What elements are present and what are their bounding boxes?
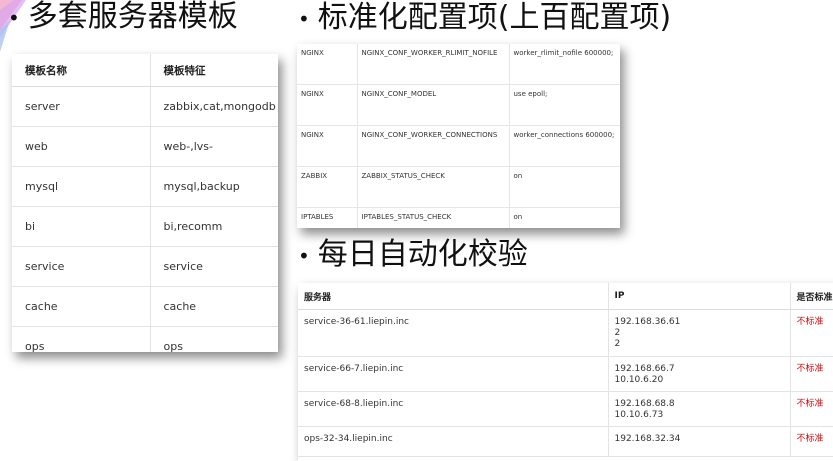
ip-cell: 192.168.32.34	[608, 426, 791, 457]
config-category-cell: NGINX	[297, 44, 358, 85]
ip-value: 192.168.66.7	[614, 364, 675, 374]
template-table-card: 模板名称 模板特征 server zabbix,cat,mongodb web web-…	[12, 54, 278, 352]
server-name-cell: ops-32-34.liepin.inc	[298, 426, 609, 457]
config-value-cell: worker_rlimit_nofile 600000;	[509, 44, 620, 85]
ip-cell: 192.168.36.61 2 2	[608, 309, 791, 357]
template-feature-cell: cache	[150, 286, 278, 327]
ip-cell: 192.168.66.7 10.10.6.20	[608, 356, 791, 392]
table-row: service service	[12, 246, 278, 287]
config-table: NGINX NGINX_CONF_WORKER_RLIMIT_NOFILE work…	[297, 44, 620, 228]
config-category-cell: ZABBIX	[297, 166, 358, 208]
template-feature-cell: ops	[150, 326, 278, 352]
server-name-cell: service-68-8.liepin.inc	[298, 391, 609, 427]
ip-value: 10.10.6.73	[614, 410, 664, 420]
config-key-cell: NGINX_CONF_MODEL	[357, 84, 510, 126]
template-name-cell: server	[12, 86, 151, 127]
template-name-cell: ops	[12, 326, 151, 352]
table-row: bi bi,recomm	[12, 206, 278, 247]
table-row: mysql mysql,backup	[12, 166, 278, 207]
template-name-cell: web	[12, 126, 151, 167]
template-feature-cell: service	[150, 246, 278, 287]
check-col-header: 是否标准	[790, 283, 833, 310]
table-row: NGINX NGINX_CONF_MODEL use epoll;	[297, 84, 620, 126]
ip-value: 192.168.32.34	[614, 434, 681, 444]
table-row: ZABBIX ZABBIX_STATUS_CHECK on	[297, 166, 620, 208]
check-table-header: 服务器 IP 是否标准	[298, 283, 833, 310]
server-name-cell: service-36-61.liepin.inc	[298, 309, 609, 357]
table-row: service-68-8.liepin.inc 192.168.68.8 10.10…	[298, 391, 833, 427]
table-row: service-36-61.liepin.inc 192.168.36.61 2 2 不…	[298, 309, 833, 357]
table-row: ops-32-34.liepin.inc 192.168.32.34 不标准	[298, 426, 833, 457]
template-col-header: 模板特征	[150, 54, 278, 87]
table-row: server zabbix,cat,mongodb	[12, 86, 278, 127]
config-key-cell: ZABBIX_STATUS_CHECK	[357, 166, 510, 208]
ip-value: 2	[614, 328, 621, 338]
table-row: NGINX NGINX_CONF_WORKER_RLIMIT_NOFILE work…	[297, 44, 620, 85]
server-name-cell: service-66-7.liepin.inc	[298, 356, 609, 392]
config-key-cell: NGINX_CONF_WORKER_CONNECTIONS	[357, 125, 510, 167]
template-table: 模板名称 模板特征 server zabbix,cat,mongodb web web-…	[12, 54, 278, 352]
heading-check: • 每日自动化校验	[298, 237, 528, 272]
template-name-cell: bi	[12, 206, 151, 247]
ip-value: 10.10.6.20	[614, 375, 664, 385]
table-row: ops ops	[12, 326, 278, 352]
table-row: NGINX NGINX_CONF_WORKER_CONNECTIONS worker…	[297, 125, 620, 167]
ip-value: 2	[614, 339, 621, 349]
template-name-cell: cache	[12, 286, 151, 327]
config-value-cell: on	[509, 207, 620, 228]
status-badge: 不标准	[790, 309, 833, 357]
template-col-header: 模板名称	[12, 54, 151, 87]
heading-config: • 标准化配置项(上百配置项)	[298, 0, 672, 35]
template-table-header: 模板名称 模板特征	[12, 54, 278, 87]
config-key-cell: NGINX_CONF_WORKER_RLIMIT_NOFILE	[357, 44, 510, 85]
template-feature-cell: web-,lvs-	[150, 126, 278, 167]
check-table: 服务器 IP 是否标准 service-36-61.liepin.inc 192.16…	[298, 283, 833, 457]
status-badge: 不标准	[790, 391, 833, 427]
check-col-header: IP	[608, 283, 791, 310]
heading-templates: • 多套服务器模板	[8, 0, 238, 34]
config-category-cell: NGINX	[297, 125, 358, 167]
template-name-cell: mysql	[12, 166, 151, 207]
template-name-cell: service	[12, 246, 151, 287]
table-row: web web-,lvs-	[12, 126, 278, 167]
config-table-card: NGINX NGINX_CONF_WORKER_RLIMIT_NOFILE work…	[297, 44, 620, 228]
table-row: IPTABLES IPTABLES_STATUS_CHECK on	[297, 207, 620, 228]
status-badge: 不标准	[790, 426, 833, 457]
ip-value: 192.168.68.8	[614, 399, 675, 409]
config-key-cell: IPTABLES_STATUS_CHECK	[357, 207, 510, 228]
status-badge: 不标准	[790, 356, 833, 392]
template-feature-cell: mysql,backup	[150, 166, 278, 207]
table-row: cache cache	[12, 286, 278, 327]
check-col-header: 服务器	[298, 283, 609, 310]
config-category-cell: NGINX	[297, 84, 358, 126]
ip-cell: 192.168.68.8 10.10.6.73	[608, 391, 791, 427]
table-row: service-66-7.liepin.inc 192.168.66.7 10.10…	[298, 356, 833, 392]
config-category-cell: IPTABLES	[297, 207, 358, 228]
check-table-card: 服务器 IP 是否标准 service-36-61.liepin.inc 192.16…	[298, 283, 833, 461]
config-value-cell: use epoll;	[509, 84, 620, 126]
config-value-cell: on	[509, 166, 620, 208]
template-feature-cell: bi,recomm	[150, 206, 278, 247]
ip-value: 192.168.36.61	[614, 317, 681, 327]
config-value-cell: worker_connections 600000;	[509, 125, 620, 167]
template-feature-cell: zabbix,cat,mongodb	[150, 86, 278, 127]
